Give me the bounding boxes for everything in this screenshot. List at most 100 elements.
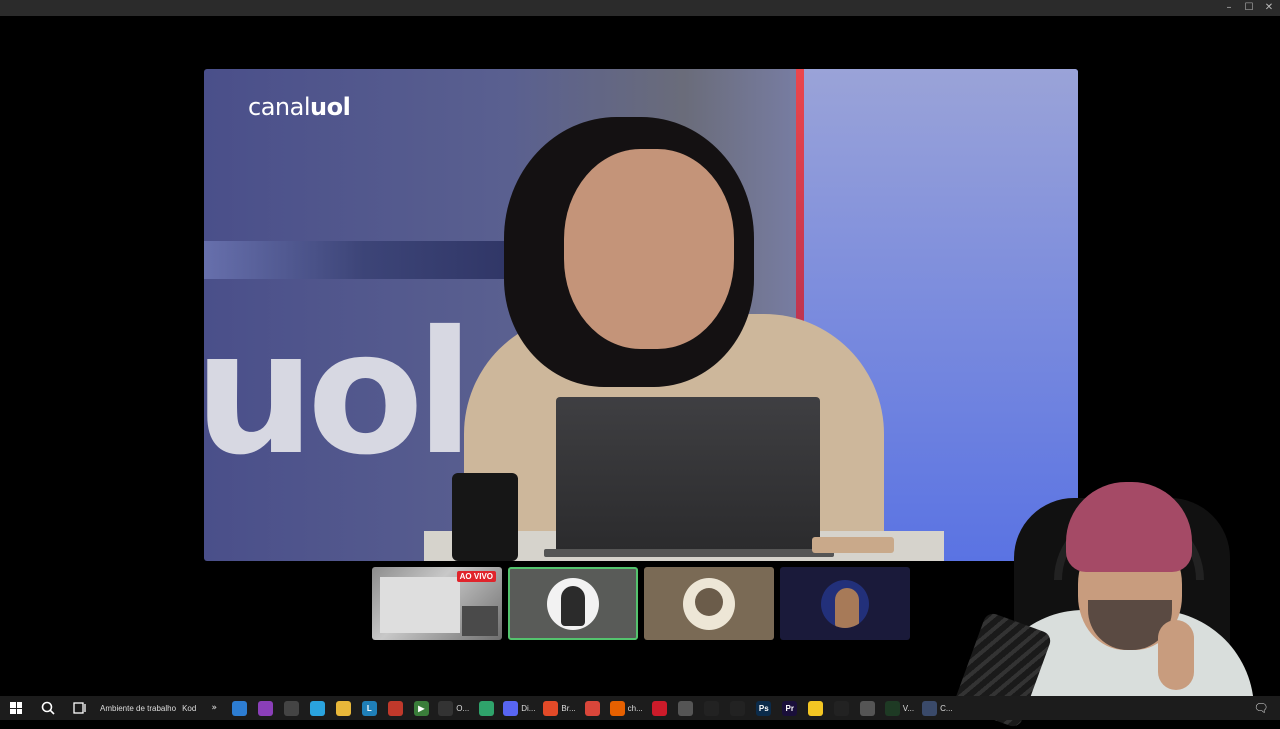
laptop (556, 397, 820, 557)
folder-icon (335, 700, 351, 716)
terminal-icon (884, 700, 900, 716)
firefox-icon (609, 700, 625, 716)
avatar (683, 577, 735, 630)
app-icon (231, 700, 247, 716)
notification-center-icon[interactable]: 🗨 (1248, 696, 1274, 720)
taskbar-app[interactable]: C... (918, 696, 956, 720)
sticky-notes-icon (808, 700, 824, 716)
app-icon (922, 700, 938, 716)
taskbar-app[interactable] (829, 696, 855, 720)
taskbar-app[interactable]: ▶ (408, 696, 434, 720)
windows-icon (10, 702, 22, 714)
thumbnail-screen-preview (380, 577, 460, 633)
taskbar-app[interactable]: V... (881, 696, 918, 720)
thumbnail-avatar-engraving[interactable] (644, 567, 774, 640)
chrome-icon (585, 700, 601, 716)
kod-toolbar-label[interactable]: Kod (180, 704, 202, 713)
taskbar: Ambiente de trabalho Kod » L ▶ O... Di... Br… (0, 696, 1280, 720)
taskbar-app-label: O... (456, 703, 470, 713)
taskbar-app[interactable]: L (356, 696, 382, 720)
app-icon (257, 700, 273, 716)
minimize-button[interactable]: – (1222, 1, 1236, 15)
thumbnail-avatar-hat-man[interactable] (508, 567, 638, 640)
taskbar-app[interactable] (304, 696, 330, 720)
taskbar-app[interactable]: O... (434, 696, 473, 720)
photoshop-icon: Ps (756, 700, 772, 716)
taskbar-app[interactable] (699, 696, 725, 720)
task-view-icon (73, 702, 86, 714)
webcam-overlay (953, 470, 1258, 729)
task-view-button[interactable] (64, 696, 96, 720)
taskbar-app[interactable] (673, 696, 699, 720)
telegram-icon (309, 700, 325, 716)
taskbar-app[interactable] (252, 696, 278, 720)
opera-icon (652, 700, 668, 716)
avatar-figure (695, 587, 723, 616)
play-icon: ▶ (413, 700, 429, 716)
app-icon: L (361, 700, 377, 716)
scene-thumbnails: AO VIVO (372, 567, 910, 640)
taskbar-app[interactable] (725, 696, 751, 720)
app-icon (730, 700, 746, 716)
taskbar-app[interactable] (382, 696, 408, 720)
channel-logo-right: uol (310, 93, 351, 121)
thumbnail-cam-preview (462, 606, 498, 636)
start-button[interactable] (0, 696, 32, 720)
toolbar-overflow[interactable]: » (202, 696, 226, 720)
presenter-face (564, 149, 734, 349)
taskbar-app-label: C... (940, 703, 953, 713)
calculator-icon (860, 700, 876, 716)
mug (452, 473, 518, 561)
taskbar-app[interactable] (855, 696, 881, 720)
video-stream[interactable]: uol canaluol (204, 69, 1078, 561)
taskbar-app[interactable] (278, 696, 304, 720)
studio-background-logo: uol (204, 295, 474, 493)
avatar (547, 577, 599, 630)
premiere-icon: Pr (782, 700, 798, 716)
taskbar-app[interactable]: ch... (606, 696, 647, 720)
desktop-toolbar-label[interactable]: Ambiente de trabalho (96, 704, 180, 713)
app-icon (478, 700, 494, 716)
maximize-button[interactable]: ☐ (1242, 1, 1256, 15)
search-icon (41, 701, 55, 715)
laptop-base (544, 549, 834, 557)
taskbar-app[interactable] (473, 696, 499, 720)
window-controls: – ☐ ✕ (1222, 1, 1276, 15)
taskbar-app-label: V... (902, 703, 915, 713)
phone (812, 537, 894, 553)
live-badge: AO VIVO (456, 571, 496, 582)
streamer-hand (1158, 620, 1194, 690)
taskbar-app[interactable]: Di... (499, 696, 539, 720)
taskbar-app-label: Di... (521, 703, 536, 713)
channel-logo-left: canal (248, 93, 311, 121)
taskbar-app[interactable] (803, 696, 829, 720)
pinned-apps: L ▶ O... Di... Br... ch... Ps Pr V... C... (226, 696, 956, 720)
avatar (821, 579, 869, 628)
brave-icon (543, 700, 559, 716)
capcut-icon (704, 700, 720, 716)
thumbnail-live-screen[interactable]: AO VIVO (372, 567, 502, 640)
title-bar: – ☐ ✕ (0, 0, 1280, 16)
discord-icon (503, 700, 519, 716)
close-button[interactable]: ✕ (1262, 1, 1276, 15)
shield-icon (678, 700, 694, 716)
studio-band (204, 241, 524, 279)
taskbar-app[interactable]: Ps (751, 696, 777, 720)
taskbar-app[interactable] (647, 696, 673, 720)
avatar-figure (835, 587, 859, 628)
steam-icon (834, 700, 850, 716)
obs-icon (438, 700, 454, 716)
avatar-figure (561, 585, 585, 626)
app-icon (283, 700, 299, 716)
thumbnail-avatar-dark-portrait[interactable] (780, 567, 910, 640)
app-icon (387, 700, 403, 716)
search-button[interactable] (32, 696, 64, 720)
taskbar-app[interactable] (226, 696, 252, 720)
taskbar-app-label: Br... (561, 703, 576, 713)
channel-logo: canaluol (248, 93, 351, 121)
taskbar-app[interactable] (330, 696, 356, 720)
taskbar-app[interactable]: Br... (539, 696, 579, 720)
beanie (1066, 482, 1192, 572)
taskbar-app[interactable]: Pr (777, 696, 803, 720)
taskbar-app[interactable] (580, 696, 606, 720)
